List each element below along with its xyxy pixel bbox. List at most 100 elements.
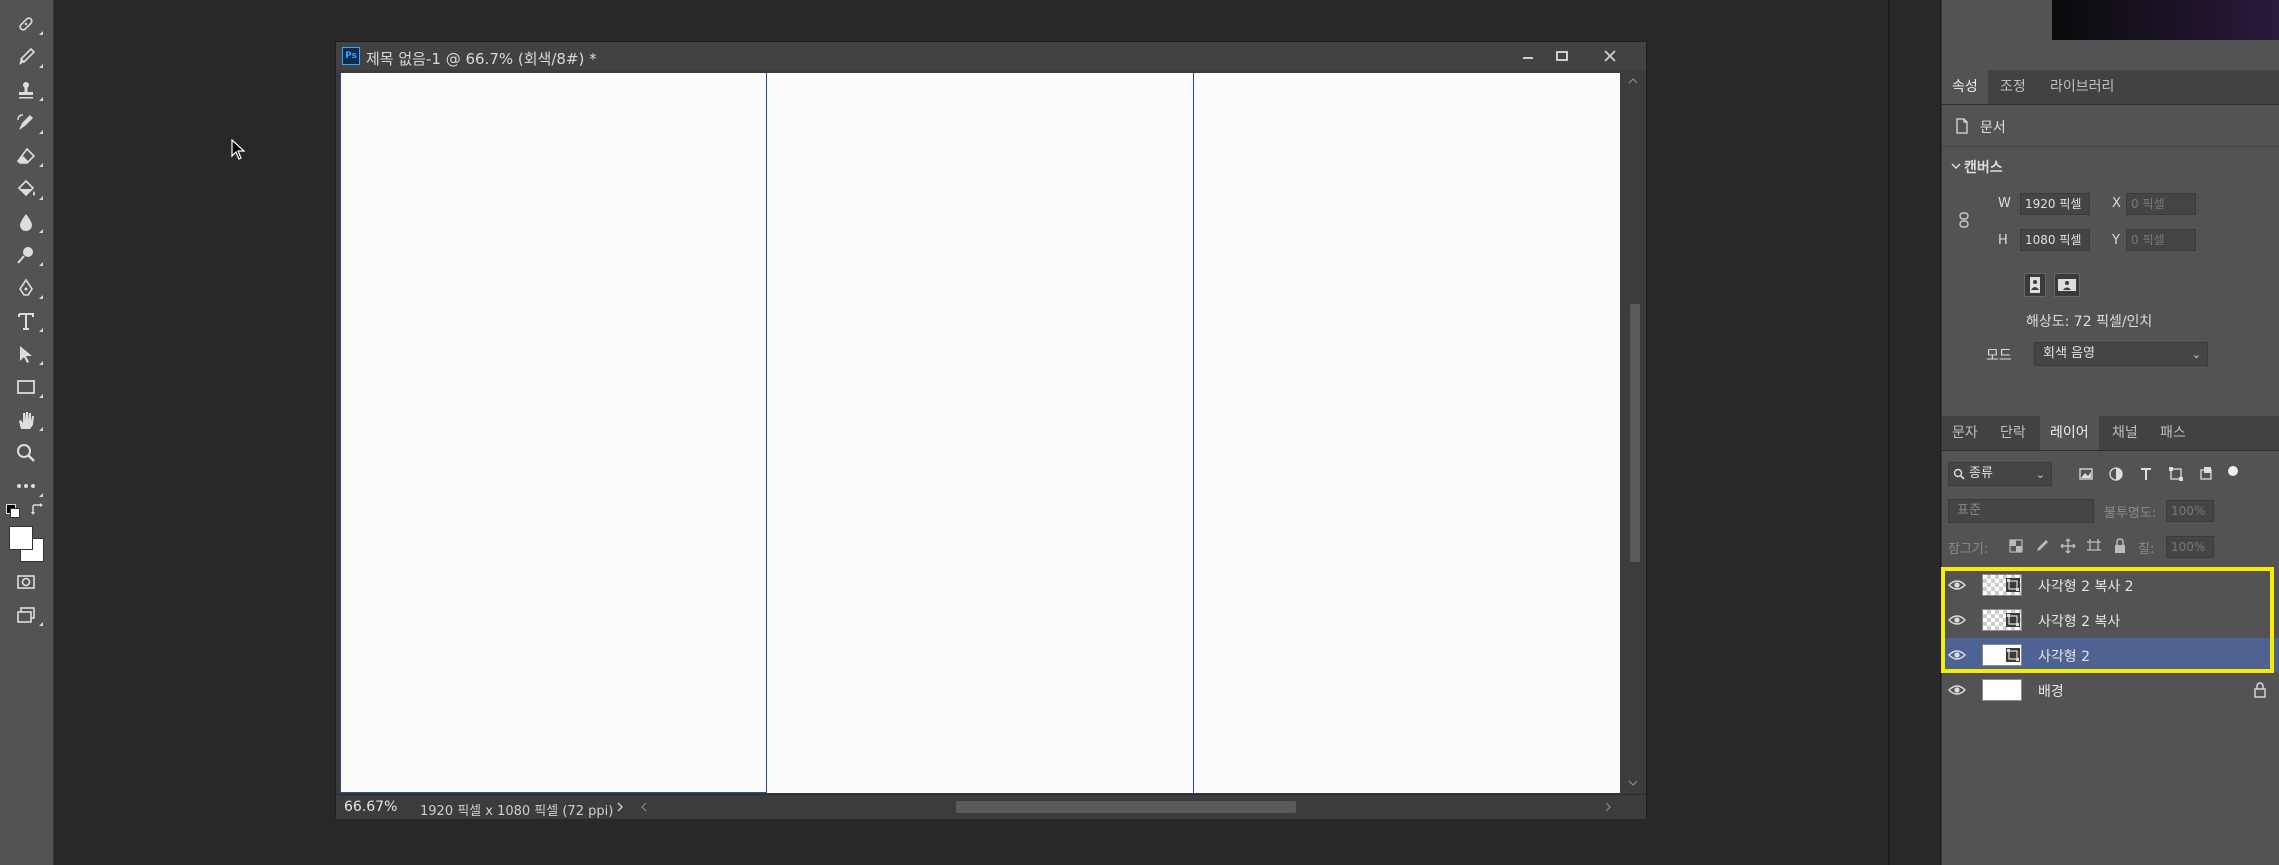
vertical-scroll-thumb[interactable] bbox=[1630, 304, 1640, 562]
healing-brush-tool[interactable] bbox=[8, 10, 44, 38]
lock-icon bbox=[2254, 682, 2266, 698]
canvas[interactable] bbox=[340, 73, 1620, 793]
eraser-tool[interactable] bbox=[8, 142, 44, 170]
lock-pixels-icon[interactable] bbox=[2034, 538, 2050, 554]
eye-icon[interactable] bbox=[1948, 682, 1966, 698]
layer-row[interactable]: 배경 bbox=[1942, 673, 2279, 707]
quick-mask-button[interactable] bbox=[8, 568, 44, 596]
scroll-up-icon[interactable] bbox=[1628, 77, 1638, 85]
landscape-orientation-button[interactable] bbox=[2054, 273, 2080, 297]
screen-mode-button[interactable] bbox=[8, 601, 44, 629]
document-titlebar[interactable]: Ps 제목 없음-1 @ 66.7% (회색/8#) * bbox=[336, 42, 1646, 70]
height-field[interactable]: 1080 픽셀 bbox=[2020, 229, 2090, 251]
arrow-select-icon bbox=[20, 346, 32, 363]
lock-position-icon[interactable] bbox=[2060, 538, 2076, 554]
screen-mode-icon bbox=[17, 607, 35, 623]
opacity-field[interactable]: 100% bbox=[2166, 500, 2214, 522]
scroll-left-icon[interactable] bbox=[640, 802, 648, 812]
document-title: 제목 없음-1 @ 66.7% (회색/8#) * bbox=[366, 50, 597, 68]
rectangle-tool[interactable] bbox=[8, 373, 44, 401]
tab-character[interactable]: 문자 bbox=[1942, 416, 1988, 450]
adjustment-filter-icon[interactable] bbox=[2108, 466, 2124, 482]
zoom-level[interactable]: 66.67% bbox=[344, 799, 397, 815]
document-info[interactable]: 1920 픽셀 x 1080 픽셀 (72 ppi) bbox=[420, 800, 613, 819]
search-icon bbox=[1953, 468, 1965, 480]
close-button[interactable] bbox=[1594, 44, 1626, 68]
chevron-down-icon: ⌄ bbox=[2035, 468, 2045, 481]
y-label: Y bbox=[2112, 233, 2120, 248]
document-window: Ps 제목 없음-1 @ 66.7% (회색/8#) * 66.67% 1920… bbox=[335, 41, 1647, 819]
y-field[interactable]: 0 픽셀 bbox=[2126, 229, 2196, 251]
maximize-icon bbox=[1556, 51, 1568, 61]
chevron-right-icon[interactable] bbox=[616, 802, 624, 812]
tab-libraries[interactable]: 라이브러리 bbox=[2040, 70, 2124, 104]
scroll-down-icon[interactable] bbox=[1628, 779, 1638, 787]
zoom-tool[interactable] bbox=[8, 439, 44, 467]
image-filter-icon[interactable] bbox=[2078, 466, 2094, 482]
history-brush-tool[interactable] bbox=[8, 109, 44, 137]
maximize-button[interactable] bbox=[1546, 44, 1578, 68]
status-bar: 66.67% 1920 픽셀 x 1080 픽셀 (72 ppi) bbox=[336, 794, 1646, 819]
paint-bucket-tool[interactable] bbox=[8, 175, 44, 203]
type-filter-icon[interactable] bbox=[2138, 466, 2154, 482]
mode-value: 회색 음영 bbox=[2043, 346, 2095, 361]
eraser-icon bbox=[16, 147, 36, 164]
opacity-label: 불투명도: bbox=[2104, 506, 2157, 521]
properties-tabs: 속성 조정 라이브러리 bbox=[1942, 70, 2279, 105]
x-field[interactable]: 0 픽셀 bbox=[2126, 193, 2196, 215]
type-icon bbox=[18, 313, 34, 330]
color-picker-field[interactable] bbox=[2052, 0, 2279, 40]
default-colors-icon[interactable] bbox=[6, 504, 20, 518]
filter-toggle-switch[interactable] bbox=[2228, 466, 2238, 476]
tab-properties[interactable]: 속성 bbox=[1942, 70, 1988, 104]
dodge-tool[interactable] bbox=[8, 241, 44, 269]
tab-adjustments[interactable]: 조정 bbox=[1990, 70, 2036, 104]
pen-tool[interactable] bbox=[8, 274, 44, 302]
brush-tool[interactable] bbox=[8, 43, 44, 71]
dodge-icon bbox=[17, 247, 33, 264]
type-tool[interactable] bbox=[8, 307, 44, 335]
stamp-icon bbox=[19, 82, 33, 99]
layer-filter-select[interactable]: 종류 ⌄ bbox=[1948, 462, 2052, 486]
swap-colors-icon[interactable] bbox=[30, 502, 46, 518]
blend-mode-select[interactable]: 표준 bbox=[1948, 499, 2094, 523]
quick-mask-icon bbox=[17, 575, 35, 589]
scroll-right-icon[interactable] bbox=[1604, 802, 1612, 812]
edit-toolbar-button[interactable] bbox=[8, 472, 44, 500]
rectangle-2-shape[interactable] bbox=[340, 73, 767, 793]
right-dock: 속성 조정 라이브러리 문서 캔버스 W 1920 픽셀 X 0 픽셀 H 10… bbox=[1888, 0, 2279, 865]
tab-paragraph[interactable]: 단락 bbox=[1990, 416, 2036, 450]
tab-channels[interactable]: 채널 bbox=[2102, 416, 2148, 450]
x-label: X bbox=[2112, 196, 2121, 211]
lock-transparent-icon[interactable] bbox=[2008, 538, 2024, 554]
lock-artboard-icon[interactable] bbox=[2086, 538, 2102, 554]
path-selection-tool[interactable] bbox=[8, 340, 44, 368]
chevron-down-icon[interactable] bbox=[1950, 160, 1962, 172]
tab-paths[interactable]: 패스 bbox=[2150, 416, 2196, 450]
minimize-button[interactable] bbox=[1512, 44, 1544, 68]
clone-stamp-tool[interactable] bbox=[8, 76, 44, 104]
shape-filter-icon[interactable] bbox=[2168, 466, 2184, 482]
width-field[interactable]: 1920 픽셀 bbox=[2020, 193, 2090, 215]
layers-tabs: 문자 단락 레이어 채널 패스 bbox=[1942, 416, 2279, 451]
horizontal-scroll-thumb[interactable] bbox=[956, 801, 1296, 813]
brush-icon bbox=[19, 47, 36, 65]
link-icon[interactable] bbox=[1956, 212, 1972, 228]
rectangle-2-copy-2-shape[interactable] bbox=[1194, 73, 1620, 793]
portrait-orientation-button[interactable] bbox=[2024, 273, 2046, 297]
blur-tool[interactable] bbox=[8, 208, 44, 236]
tools-panel bbox=[0, 0, 54, 865]
mode-label: 모드 bbox=[1986, 348, 2012, 364]
rectangle-2-copy-shape[interactable] bbox=[767, 73, 1194, 793]
foreground-color-swatch[interactable] bbox=[9, 526, 33, 550]
tab-layers[interactable]: 레이어 bbox=[2040, 416, 2099, 450]
bandage-icon bbox=[19, 17, 33, 31]
lock-all-icon[interactable] bbox=[2112, 538, 2128, 554]
filter-value: 종류 bbox=[1969, 466, 1993, 481]
panel-column: 속성 조정 라이브러리 문서 캔버스 W 1920 픽셀 X 0 픽셀 H 10… bbox=[1942, 0, 2279, 865]
mode-select[interactable]: 회색 음영 ⌄ bbox=[2034, 342, 2208, 366]
hand-tool[interactable] bbox=[8, 406, 44, 434]
fill-field[interactable]: 100% bbox=[2166, 536, 2214, 558]
smart-object-filter-icon[interactable] bbox=[2198, 466, 2214, 482]
minimize-icon bbox=[1523, 57, 1533, 59]
